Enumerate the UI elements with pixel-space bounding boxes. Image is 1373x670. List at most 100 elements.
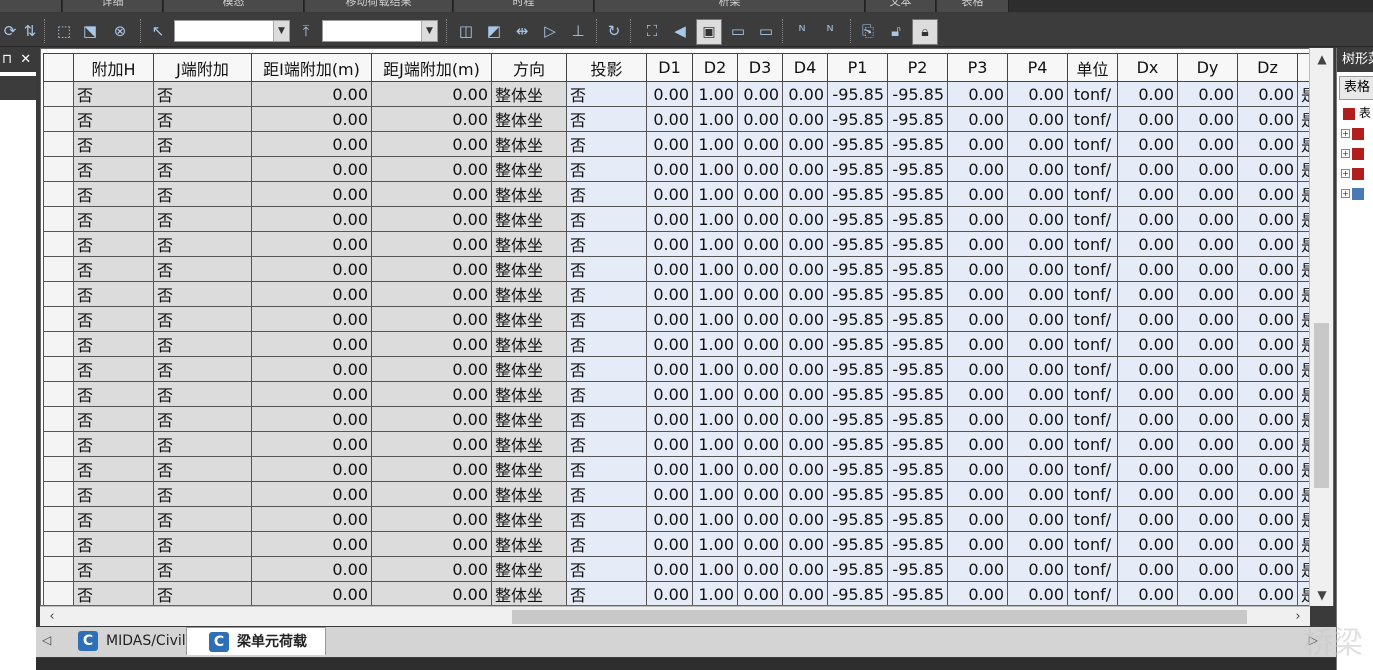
- table-cell[interactable]: 0.00: [737, 256, 783, 282]
- table-cell[interactable]: 0.00: [782, 231, 828, 257]
- table-cell[interactable]: 0.00: [371, 406, 492, 432]
- table-cell[interactable]: -95.85: [887, 131, 948, 157]
- table-cell[interactable]: 0.00: [251, 456, 372, 482]
- table-cell[interactable]: 0.00: [1007, 231, 1068, 257]
- close-icon[interactable]: ✕: [16, 52, 31, 67]
- column-header[interactable]: 方向: [491, 53, 567, 82]
- expand-icon[interactable]: +: [1341, 149, 1350, 158]
- menu-tab-truss[interactable]: 析架: [595, 0, 865, 12]
- row-header[interactable]: [43, 456, 74, 482]
- table-cell[interactable]: 0.00: [1237, 181, 1298, 207]
- table-cell[interactable]: -95.85: [887, 556, 948, 582]
- table-cell[interactable]: 0.00: [646, 81, 693, 107]
- table-cell[interactable]: -95.85: [827, 206, 888, 232]
- table-row[interactable]: 否否 0.00 0.00 整体坐否 0.00 1.00 0.00 0.00 -95.85 -95.…: [43, 231, 1322, 257]
- table-cell[interactable]: 0.00: [1237, 106, 1298, 132]
- table-cell[interactable]: -95.85: [887, 106, 948, 132]
- table-cell[interactable]: 0.00: [737, 481, 783, 507]
- table-cell[interactable]: 0.00: [1117, 306, 1178, 332]
- table-cell[interactable]: 0.00: [1007, 506, 1068, 532]
- table-cell[interactable]: 1.00: [692, 331, 738, 357]
- table-cell[interactable]: 0.00: [782, 531, 828, 557]
- row-header[interactable]: [43, 231, 74, 257]
- table-cell[interactable]: -95.85: [887, 256, 948, 282]
- row-header[interactable]: [43, 381, 74, 407]
- table-cell[interactable]: 否: [153, 156, 252, 182]
- table-cell[interactable]: -95.85: [827, 156, 888, 182]
- table-cell[interactable]: -95.85: [827, 131, 888, 157]
- table-cell[interactable]: 否: [566, 506, 647, 532]
- table-cell[interactable]: 0.00: [947, 456, 1008, 482]
- table-cell[interactable]: 0.00: [947, 431, 1008, 457]
- menu-tab-detail[interactable]: 详细: [63, 0, 163, 12]
- table-cell[interactable]: 0.00: [251, 156, 372, 182]
- row-header[interactable]: [43, 331, 74, 357]
- table-cell[interactable]: 整体坐: [491, 81, 567, 107]
- table-cell[interactable]: 0.00: [737, 331, 783, 357]
- tree-item[interactable]: +: [1341, 144, 1373, 162]
- table-cell[interactable]: 0.00: [1177, 531, 1238, 557]
- table-row[interactable]: 否否 0.00 0.00 整体坐否 0.00 1.00 0.00 0.00 -95.85 -95.…: [43, 456, 1322, 482]
- table-cell[interactable]: 0.00: [1007, 406, 1068, 432]
- table-cell[interactable]: 0.00: [737, 106, 783, 132]
- table-row[interactable]: 否否 0.00 0.00 整体坐否 0.00 1.00 0.00 0.00 -95.85 -95.…: [43, 81, 1322, 107]
- row-header[interactable]: [43, 481, 74, 507]
- table-cell[interactable]: 1.00: [692, 306, 738, 332]
- table-cell[interactable]: 0.00: [1237, 531, 1298, 557]
- table-cell[interactable]: 整体坐: [491, 106, 567, 132]
- sort-icon[interactable]: ⇅: [20, 21, 40, 41]
- table-cell[interactable]: 0.00: [782, 481, 828, 507]
- table-cell[interactable]: 整体坐: [491, 231, 567, 257]
- table-cell[interactable]: 0.00: [371, 531, 492, 557]
- table-cell[interactable]: -95.85: [887, 206, 948, 232]
- expand-icon[interactable]: +: [1341, 169, 1350, 178]
- table-cell[interactable]: 0.00: [371, 506, 492, 532]
- table-cell[interactable]: 0.00: [646, 331, 693, 357]
- table-cell[interactable]: 0.00: [1117, 581, 1178, 605]
- element-select-icon[interactable]: ◩: [484, 21, 504, 41]
- table-cell[interactable]: 0.00: [1117, 331, 1178, 357]
- column-header[interactable]: P3: [947, 53, 1008, 82]
- table-cell[interactable]: 否: [73, 131, 154, 157]
- table-cell[interactable]: 0.00: [371, 231, 492, 257]
- table-cell[interactable]: 1.00: [692, 156, 738, 182]
- tab-table-tree[interactable]: 表格: [1339, 76, 1373, 100]
- table-cell[interactable]: 整体坐: [491, 431, 567, 457]
- table-cell[interactable]: 否: [73, 431, 154, 457]
- column-header[interactable]: P4: [1007, 53, 1068, 82]
- table-cell[interactable]: tonf/: [1067, 231, 1118, 257]
- table-cell[interactable]: 否: [566, 106, 647, 132]
- table-cell[interactable]: 否: [73, 81, 154, 107]
- node-pointer-icon[interactable]: ⤒: [296, 21, 316, 41]
- column-header[interactable]: [43, 53, 74, 82]
- table-cell[interactable]: 0.00: [947, 231, 1008, 257]
- table-cell[interactable]: 0.00: [1117, 531, 1178, 557]
- table-cell[interactable]: tonf/: [1067, 456, 1118, 482]
- table-cell[interactable]: 否: [566, 256, 647, 282]
- table-cell[interactable]: 0.00: [1177, 256, 1238, 282]
- table-cell[interactable]: 0.00: [371, 106, 492, 132]
- table-cell[interactable]: -95.85: [887, 456, 948, 482]
- table-cell[interactable]: 0.00: [1007, 556, 1068, 582]
- row-header[interactable]: [43, 431, 74, 457]
- table-cell[interactable]: 否: [153, 556, 252, 582]
- table-cell[interactable]: -95.85: [827, 581, 888, 605]
- table-cell[interactable]: 0.00: [1237, 381, 1298, 407]
- table-cell[interactable]: -95.85: [827, 556, 888, 582]
- table-cell[interactable]: 1.00: [692, 481, 738, 507]
- table-cell[interactable]: 否: [153, 581, 252, 605]
- table-cell[interactable]: 0.00: [1237, 456, 1298, 482]
- table-cell[interactable]: 0.00: [1237, 131, 1298, 157]
- table-cell[interactable]: 0.00: [251, 206, 372, 232]
- table-cell[interactable]: tonf/: [1067, 431, 1118, 457]
- row-header[interactable]: [43, 531, 74, 557]
- table-cell[interactable]: 否: [73, 256, 154, 282]
- row-header[interactable]: [43, 306, 74, 332]
- table-cell[interactable]: 0.00: [782, 356, 828, 382]
- table-cell[interactable]: 0.00: [737, 456, 783, 482]
- table-cell[interactable]: 整体坐: [491, 481, 567, 507]
- table-cell[interactable]: 1.00: [692, 456, 738, 482]
- select-window-icon[interactable]: ⬚: [54, 21, 74, 41]
- table-cell[interactable]: -95.85: [887, 406, 948, 432]
- table-cell[interactable]: -95.85: [827, 231, 888, 257]
